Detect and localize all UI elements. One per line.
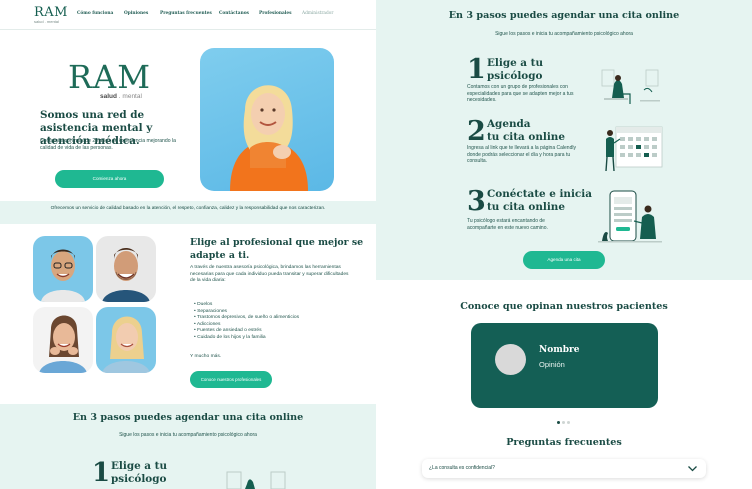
- step-title-line: Agenda: [487, 118, 531, 130]
- list-item: Cuidado de los hijos y la familia: [194, 335, 299, 342]
- professionals-button[interactable]: Conoce nuestros profesionales: [190, 371, 272, 388]
- step-1-title: Elige a tu psicólogo: [487, 57, 543, 82]
- hero-logo-sub-a: salud: [100, 93, 117, 100]
- services-more: Y mucho más.: [190, 354, 222, 359]
- hero-logo: RAM: [68, 58, 151, 96]
- step-2-calendar-illustration: [605, 126, 663, 172]
- smiling-woman-image: [230, 85, 308, 191]
- carousel-dot[interactable]: [567, 421, 570, 424]
- value-band-text: Ofrecemos un servicio de calidad basado …: [50, 206, 326, 211]
- carousel-dots: [557, 411, 572, 429]
- avatar: [495, 344, 526, 375]
- professional-photo-1: [33, 236, 93, 302]
- landing-page-top: RAM salud . mental Cómo funciona Opinion…: [0, 0, 376, 489]
- list-item: Trastornos depresivos, de sueño o alimen…: [194, 315, 299, 322]
- step-2-text: Ingresa al link que te llevará a la pági…: [467, 145, 576, 165]
- landing-page-bottom: En 3 pasos puedes agendar una cita onlin…: [376, 0, 752, 489]
- faq-item-confidential[interactable]: ¿La consulta es confidencial?: [422, 459, 706, 478]
- step-3-number: 3: [467, 186, 486, 217]
- professional-photo-2: [96, 236, 156, 302]
- opinions-title: Conoce que opinan nuestros pacientes: [460, 301, 668, 312]
- professional-section-text: A través de nuestra asesoría psicológica…: [190, 265, 349, 284]
- list-item: Fuentes de ansiedad o estrés: [194, 328, 299, 335]
- steps-subtitle: Sigue los pasos e inicia tu acompañamien…: [495, 31, 633, 37]
- testimonial-card: Nombre Opinión: [471, 323, 658, 408]
- carousel-dot[interactable]: [562, 421, 565, 424]
- start-now-button[interactable]: Comienza ahora: [55, 170, 164, 188]
- blonde-woman-image: [102, 316, 150, 373]
- navbar-logo-sub: salud . mental: [34, 19, 59, 24]
- woman-smiling-image: [39, 315, 87, 373]
- services-list: Duelos Separaciones Trastornos depresivo…: [194, 302, 299, 342]
- step-title-line: psicólogo: [111, 472, 167, 485]
- steps-subtitle: Sigue los pasos e inicia tu acompañamien…: [119, 432, 257, 438]
- hero-logo-sub-b: . mental: [118, 93, 142, 100]
- faq-question: ¿La consulta es confidencial?: [429, 465, 495, 471]
- faq-title: Preguntas frecuentes: [506, 437, 622, 448]
- step-number: 1: [92, 458, 111, 488]
- professional-photo-4: [96, 307, 156, 373]
- nav-link-administrador[interactable]: Administrador: [302, 11, 333, 16]
- step-1-text: Contamos con un grupo de profesionales c…: [467, 84, 574, 104]
- testimonial-opinion: Opinión: [539, 360, 565, 369]
- step-1-number: 1: [467, 54, 486, 85]
- nav-link-profesionales[interactable]: Profesionales: [259, 11, 292, 16]
- step-title-line: Elige a tu: [111, 460, 168, 472]
- steps-title: En 3 pasos puedes agendar una cita onlin…: [448, 10, 680, 21]
- nav-link-contactanos[interactable]: Contáctanos: [219, 11, 249, 16]
- schedule-appointment-button[interactable]: Agenda una cita: [523, 251, 605, 269]
- step-title-line: psicólogo: [487, 69, 543, 82]
- top-navbar: RAM salud . mental Cómo funciona Opinion…: [0, 0, 376, 30]
- step-title: Elige a tu psicólogo: [111, 460, 167, 485]
- nav-link-preguntas[interactable]: Preguntas frecuentes: [160, 11, 212, 16]
- nav-link-opiniones[interactable]: Opiniones: [124, 11, 148, 16]
- step-2-number: 2: [467, 116, 486, 147]
- list-item: Duelos: [194, 302, 299, 309]
- hero-text: Contamos con más de 25 años de experienc…: [40, 138, 176, 151]
- step-title-line: tu cita online: [487, 130, 565, 143]
- hero-logo-sub: salud . mental: [100, 93, 142, 100]
- step-3-phone-illustration: [598, 190, 662, 243]
- navbar-logo[interactable]: RAM: [34, 5, 68, 20]
- professional-photo-3: [33, 307, 93, 373]
- step-title-line: Elige a tu: [487, 57, 544, 69]
- step-3-title: Conéctate e inicia tu cita online: [487, 188, 592, 213]
- steps-title: En 3 pasos puedes agendar una cita onlin…: [72, 412, 304, 423]
- step-3-text: Tu psicólogo estará encantando de acompa…: [467, 218, 548, 231]
- chevron-down-icon: [688, 466, 697, 472]
- professional-section-title: Elige al profesional que mejor se adapte…: [190, 237, 364, 261]
- nav-link-como-funciona[interactable]: Cómo funciona: [77, 11, 113, 16]
- step-title-line: tu cita online: [487, 200, 565, 213]
- hero-photo: [200, 48, 334, 191]
- testimonial-name: Nombre: [539, 345, 580, 355]
- carousel-dot[interactable]: [557, 421, 560, 424]
- man-smiling-image: [102, 248, 150, 302]
- step-illustration-partial: [226, 471, 286, 489]
- man-glasses-image: [41, 249, 85, 302]
- step-title-line: Conéctate e inicia: [487, 188, 592, 200]
- step-1-illustration: [601, 69, 660, 104]
- step-2-title: Agenda tu cita online: [487, 118, 565, 143]
